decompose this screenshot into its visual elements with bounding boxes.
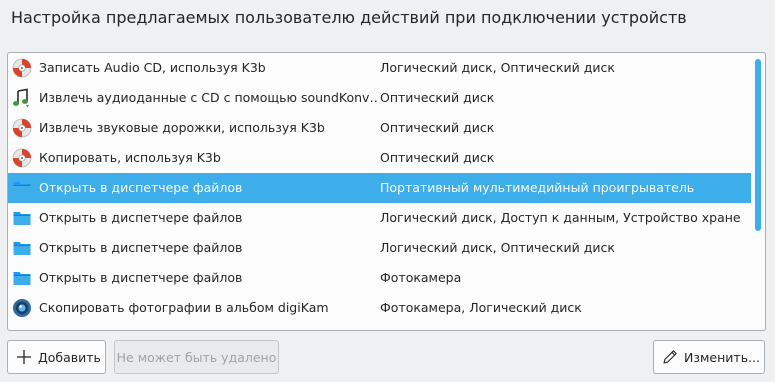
folder-icon <box>12 208 32 228</box>
actions-list[interactable]: Записать Audio CD, используя K3b Логическ… <box>7 52 766 331</box>
action-device-types: Фотокамера, Логический диск <box>380 300 582 315</box>
action-name: Копировать, используя K3b <box>39 150 221 165</box>
action-row[interactable]: Скопировать фотографии в альбом digiKam Ф… <box>8 293 751 323</box>
action-row[interactable]: Копировать, используя K3b Оптический диск <box>8 143 751 173</box>
action-device-types: Логический диск, Оптический диск <box>380 60 615 75</box>
action-name: Открыть в диспетчере файлов <box>39 240 243 255</box>
add-button[interactable]: Добавить <box>7 340 106 374</box>
action-name: Открыть в диспетчере файлов <box>39 210 243 225</box>
remove-button[interactable]: Не может быть удалено <box>114 340 279 374</box>
action-row[interactable]: Записать Audio CD, используя K3b Логическ… <box>8 53 751 83</box>
scrollbar-thumb[interactable] <box>755 59 761 231</box>
edit-button-label: Изменить... <box>684 349 760 365</box>
action-row[interactable]: Открыть в диспетчере файлов Портативный м… <box>8 173 751 203</box>
k3b-icon <box>12 148 32 168</box>
edit-button[interactable]: Изменить... <box>653 340 765 374</box>
action-name: Скопировать фотографии в альбом digiKam <box>39 300 329 315</box>
action-row[interactable]: Извлечь аудиоданные с CD с помощью sound… <box>8 83 751 113</box>
soundkonverter-icon <box>12 88 32 108</box>
action-device-types: Оптический диск <box>380 120 495 135</box>
k3b-icon <box>12 118 32 138</box>
action-row[interactable]: Извлечь звуковые дорожки, используя K3b О… <box>8 113 751 143</box>
action-device-types: Логический диск, Оптический диск <box>380 240 615 255</box>
vertical-scrollbar[interactable] <box>755 59 762 281</box>
add-button-label: Добавить <box>38 349 101 365</box>
folder-icon <box>12 178 32 198</box>
remove-button-label: Не может быть удалено <box>116 349 277 365</box>
action-name: Открыть в диспетчере файлов <box>39 270 243 285</box>
action-device-types: Логический диск, Доступ к данным, Устрой… <box>380 210 742 225</box>
action-name: Извлечь аудиоданные с CD с помощью sound… <box>39 90 379 105</box>
plus-icon <box>16 349 32 365</box>
action-name: Открыть в диспетчере файлов <box>39 180 243 195</box>
action-row[interactable]: Открыть в диспетчере файлов Фотокамера <box>8 263 751 293</box>
dialog-title: Настройка предлагаемых пользователю дейс… <box>11 8 687 27</box>
digikam-icon <box>12 298 32 318</box>
pencil-icon <box>662 349 678 365</box>
action-device-types: Оптический диск <box>380 150 495 165</box>
action-name: Записать Audio CD, используя K3b <box>39 60 266 75</box>
k3b-icon <box>12 58 32 78</box>
folder-icon <box>12 238 32 258</box>
action-device-types: Фотокамера <box>380 270 462 285</box>
actions-list-rows: Записать Audio CD, используя K3b Логическ… <box>8 53 751 323</box>
action-device-types: Оптический диск <box>380 90 495 105</box>
folder-icon <box>12 268 32 288</box>
action-row[interactable]: Открыть в диспетчере файлов Логический ди… <box>8 203 751 233</box>
action-device-types: Портативный мультимедийный проигрыватель <box>380 180 695 195</box>
action-row[interactable]: Открыть в диспетчере файлов Логический ди… <box>8 233 751 263</box>
action-name: Извлечь звуковые дорожки, используя K3b <box>39 120 325 135</box>
